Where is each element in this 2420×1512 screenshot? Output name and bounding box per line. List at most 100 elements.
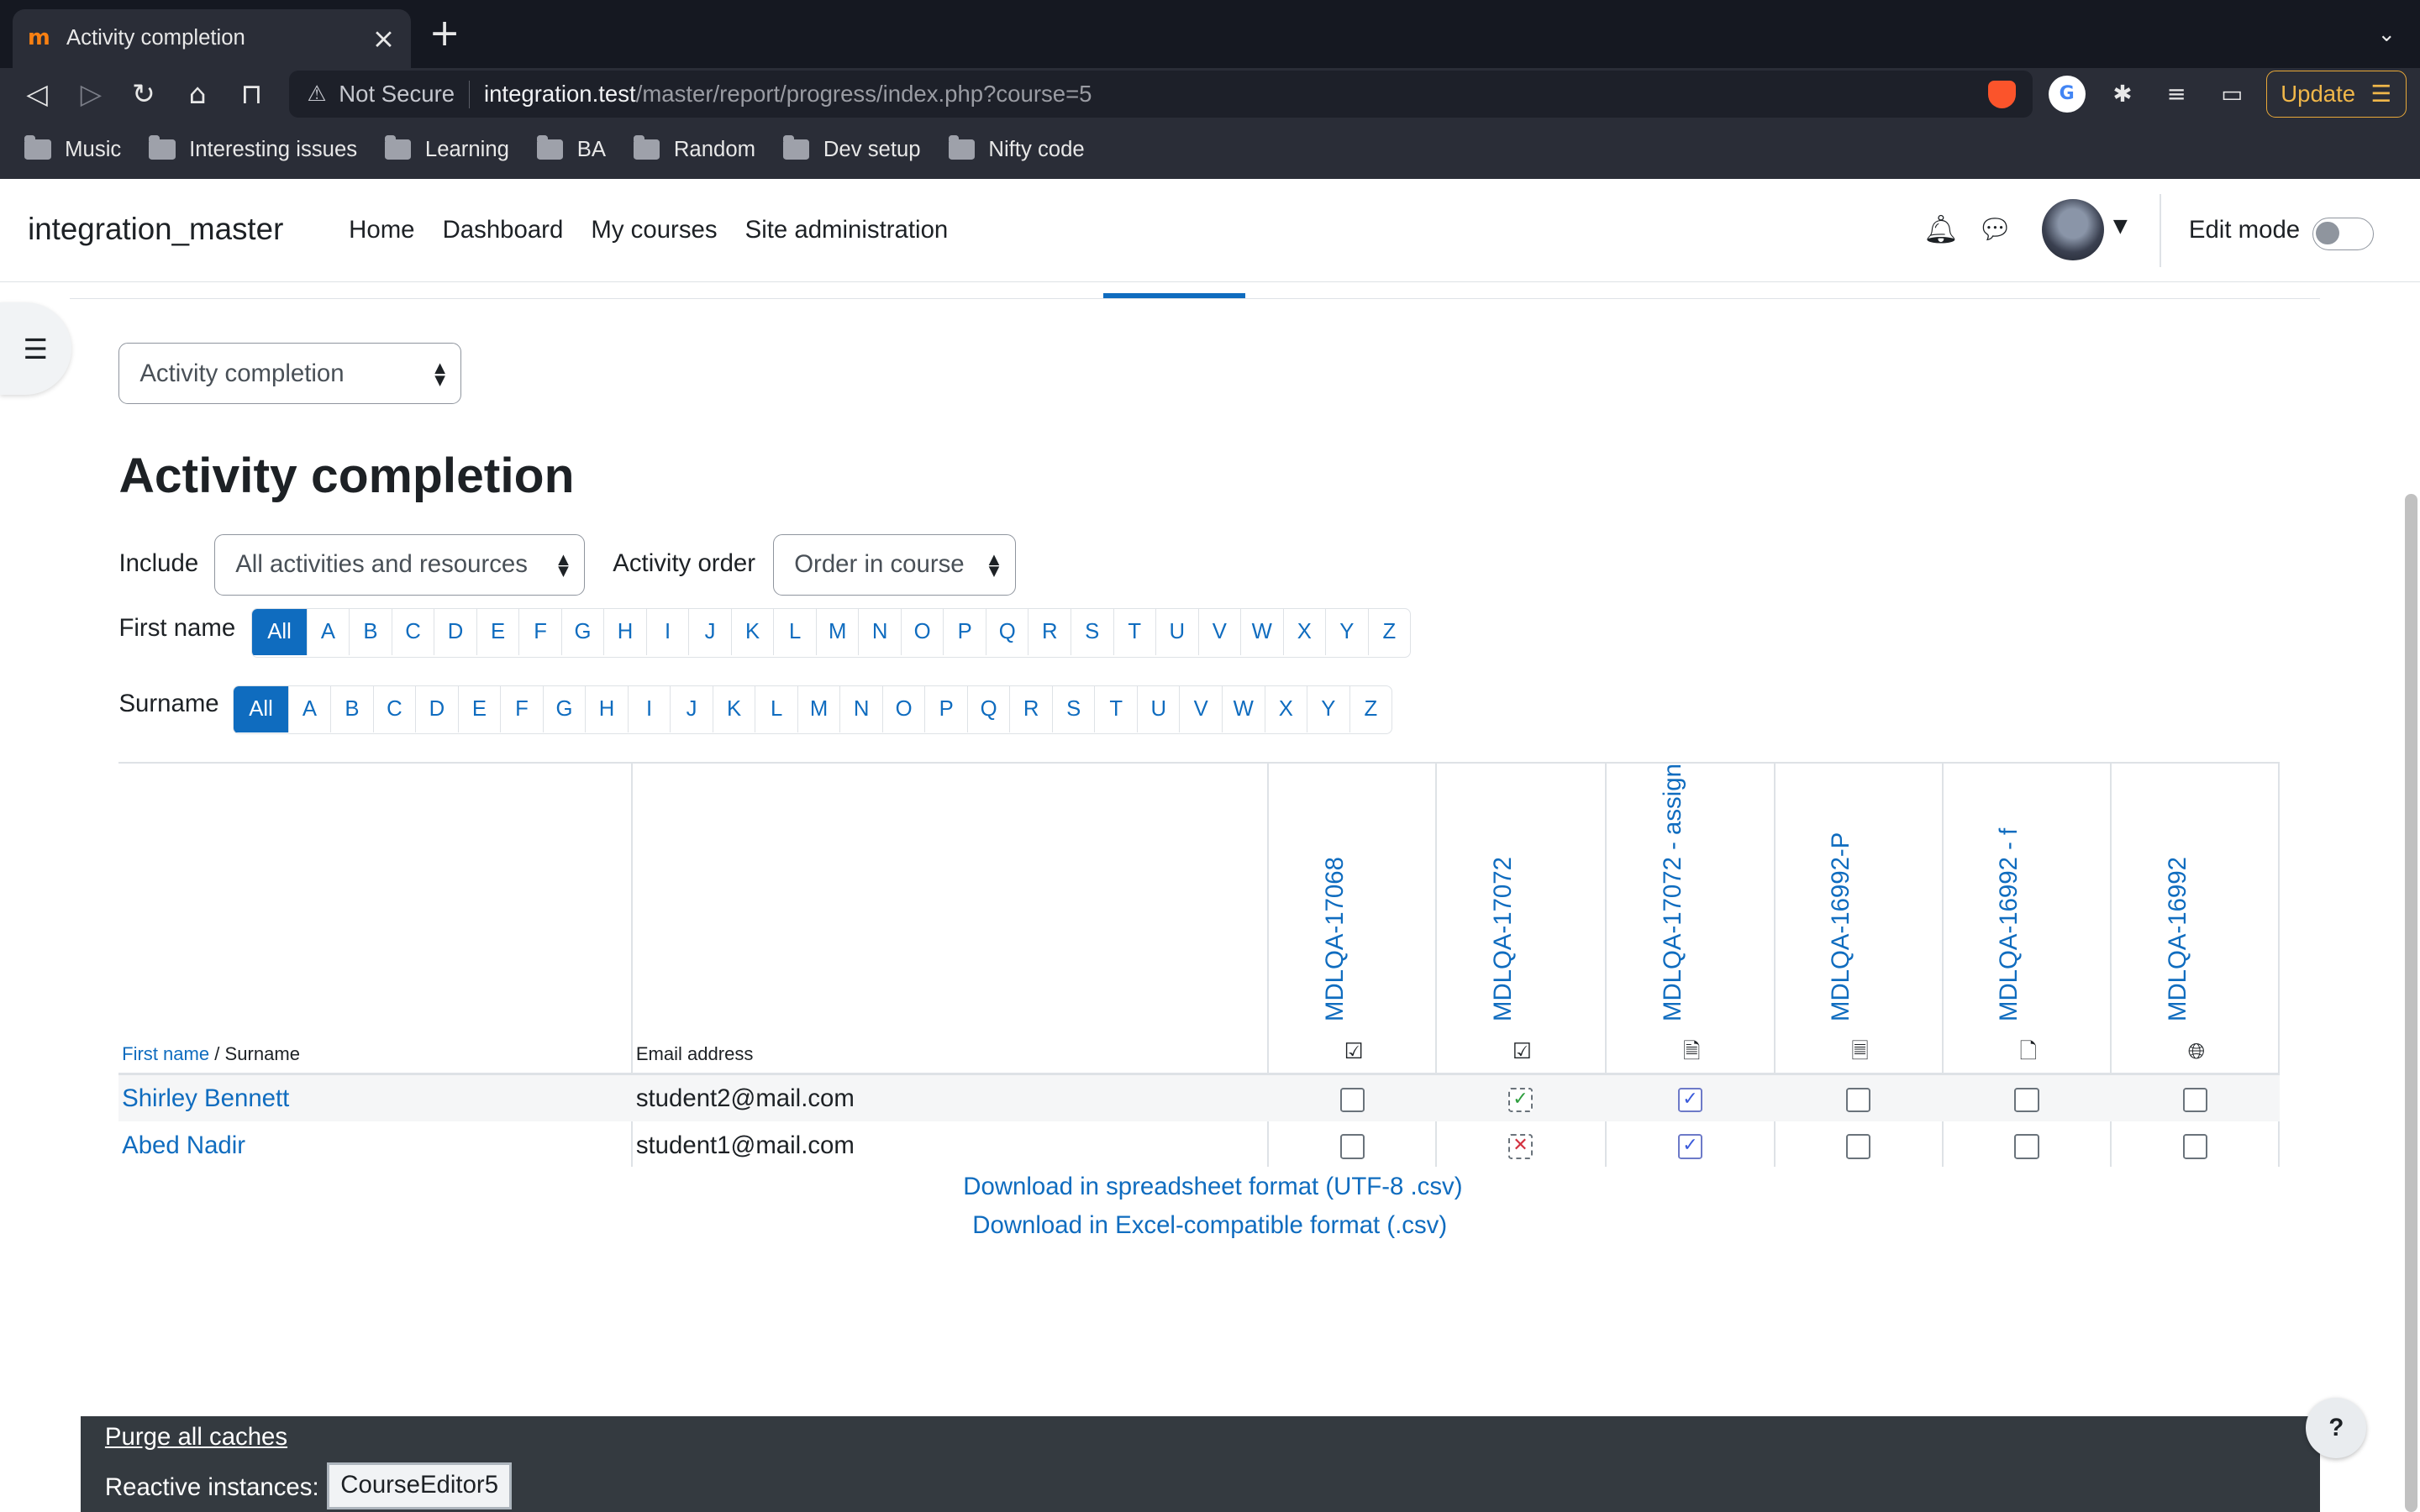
surname-initial-w[interactable]: W bbox=[1222, 685, 1265, 732]
surname-initial-p[interactable]: P bbox=[924, 685, 967, 732]
reload-icon[interactable]: ↻ bbox=[125, 76, 162, 113]
first-name-initial-u[interactable]: U bbox=[1155, 608, 1198, 655]
completion-not-complete-icon[interactable] bbox=[1846, 1088, 1871, 1113]
course-editor-button[interactable]: CourseEditor5 bbox=[327, 1462, 512, 1509]
first-name-initial-z[interactable]: Z bbox=[1367, 608, 1411, 655]
update-button[interactable]: Update ☰ bbox=[2265, 71, 2407, 118]
surname-initial-v[interactable]: V bbox=[1179, 685, 1222, 732]
surname-initial-k[interactable]: K bbox=[712, 685, 755, 732]
surname-initial-z[interactable]: Z bbox=[1349, 685, 1392, 732]
extensions-puzzle-icon[interactable]: ✱ bbox=[2104, 76, 2141, 113]
surname-initial-h[interactable]: H bbox=[585, 685, 628, 732]
close-tab-icon[interactable]: × bbox=[372, 22, 396, 55]
first-name-initial-a[interactable]: A bbox=[306, 608, 350, 655]
user-avatar[interactable] bbox=[2042, 198, 2104, 261]
first-name-initial-b[interactable]: B bbox=[349, 608, 392, 655]
surname-initial-m[interactable]: M bbox=[797, 685, 840, 732]
surname-initial-g[interactable]: G bbox=[542, 685, 586, 732]
bookmark-folder[interactable]: Random bbox=[634, 134, 755, 162]
help-button[interactable]: ? bbox=[2306, 1398, 2367, 1458]
sort-first-name-link[interactable]: First name bbox=[122, 1043, 209, 1064]
messages-icon[interactable]: 💬︎ bbox=[1977, 213, 2012, 246]
nav-dashboard[interactable]: Dashboard bbox=[443, 216, 564, 244]
first-name-initial-c[interactable]: C bbox=[391, 608, 434, 655]
page-scrollbar[interactable] bbox=[2405, 493, 2417, 1512]
download-csv-utf8-link[interactable]: Download in spreadsheet format (UTF-8 .c… bbox=[963, 1173, 1462, 1201]
first-name-initial-all[interactable]: All bbox=[252, 608, 307, 655]
surname-initial-q[interactable]: Q bbox=[966, 685, 1010, 732]
wallet-icon[interactable]: ▭ bbox=[2213, 76, 2250, 113]
completion-not-complete-icon[interactable] bbox=[1339, 1088, 1365, 1113]
chevron-down-icon[interactable]: ▼ bbox=[2113, 216, 2128, 237]
notifications-bell-icon[interactable]: 🔔︎ bbox=[1923, 213, 1959, 246]
first-name-initial-o[interactable]: O bbox=[900, 608, 944, 655]
surname-initial-y[interactable]: Y bbox=[1307, 685, 1349, 732]
surname-initial-a[interactable]: A bbox=[287, 685, 331, 732]
surname-initial-c[interactable]: C bbox=[372, 685, 416, 732]
first-name-initial-m[interactable]: M bbox=[815, 608, 859, 655]
completion-not-complete-icon[interactable] bbox=[1339, 1134, 1365, 1159]
completion-not-complete-icon[interactable] bbox=[2182, 1134, 2207, 1159]
bookmark-folder[interactable]: Music bbox=[24, 134, 121, 162]
surname-initial-all[interactable]: All bbox=[234, 685, 288, 732]
first-name-initial-e[interactable]: E bbox=[476, 608, 519, 655]
edit-mode-toggle[interactable] bbox=[2312, 218, 2375, 250]
first-name-initial-j[interactable]: J bbox=[688, 608, 731, 655]
download-csv-excel-link[interactable]: Download in Excel-compatible format (.cs… bbox=[972, 1211, 1447, 1240]
first-name-initial-p[interactable]: P bbox=[943, 608, 986, 655]
site-name[interactable]: integration_master bbox=[28, 212, 283, 247]
completion-manual-done-icon[interactable]: ✓ bbox=[1677, 1134, 1703, 1159]
first-name-initial-l[interactable]: L bbox=[773, 608, 816, 655]
surname-initial-s[interactable]: S bbox=[1051, 685, 1095, 732]
bookmark-folder[interactable]: BA bbox=[537, 134, 606, 162]
first-name-initial-h[interactable]: H bbox=[603, 608, 646, 655]
browser-tab[interactable]: m Activity completion × bbox=[12, 9, 411, 68]
nav-site-administration[interactable]: Site administration bbox=[745, 216, 949, 244]
first-name-initial-t[interactable]: T bbox=[1113, 608, 1156, 655]
new-tab-icon[interactable]: + bbox=[429, 15, 460, 52]
first-name-initial-i[interactable]: I bbox=[645, 608, 689, 655]
nav-my-courses[interactable]: My courses bbox=[591, 216, 717, 244]
first-name-initial-g[interactable]: G bbox=[560, 608, 604, 655]
forward-icon[interactable]: ▷ bbox=[72, 76, 109, 113]
completion-not-complete-icon[interactable] bbox=[2182, 1088, 2207, 1113]
surname-initial-i[interactable]: I bbox=[627, 685, 671, 732]
surname-initial-d[interactable]: D bbox=[415, 685, 458, 732]
first-name-initial-f[interactable]: F bbox=[518, 608, 561, 655]
bookmark-folder[interactable]: Dev setup bbox=[783, 134, 921, 162]
surname-initial-o[interactable]: O bbox=[881, 685, 925, 732]
surname-initial-f[interactable]: F bbox=[500, 685, 543, 732]
user-name-link[interactable]: Shirley Bennett bbox=[122, 1084, 289, 1113]
completion-not-complete-icon[interactable] bbox=[2014, 1088, 2039, 1113]
completion-manual-done-icon[interactable]: ✓ bbox=[1677, 1088, 1703, 1113]
user-name-link[interactable]: Abed Nadir bbox=[122, 1131, 245, 1160]
media-queue-icon[interactable]: ≡ bbox=[2158, 76, 2195, 113]
nav-home[interactable]: Home bbox=[349, 216, 414, 244]
surname-initial-l[interactable]: L bbox=[755, 685, 797, 732]
course-index-toggle-icon[interactable]: ☰ bbox=[0, 302, 71, 396]
report-selector[interactable]: Activity completion ▲ ▼ bbox=[118, 342, 462, 405]
address-bar[interactable]: ⚠ Not Secure integration.test /master/re… bbox=[288, 71, 2033, 118]
surname-initial-b[interactable]: B bbox=[330, 685, 373, 732]
surname-initial-u[interactable]: U bbox=[1136, 685, 1180, 732]
bookmark-icon[interactable]: ⊓ bbox=[233, 76, 270, 113]
surname-initial-t[interactable]: T bbox=[1094, 685, 1137, 732]
completion-not-complete-icon[interactable] bbox=[1846, 1134, 1871, 1159]
surname-initial-e[interactable]: E bbox=[457, 685, 501, 732]
completion-not-complete-icon[interactable] bbox=[2014, 1134, 2039, 1159]
first-name-initial-n[interactable]: N bbox=[858, 608, 901, 655]
bookmark-folder[interactable]: Nifty code bbox=[948, 134, 1085, 162]
include-select[interactable]: All activities and resources ▲ ▼ bbox=[214, 533, 586, 596]
back-icon[interactable]: ◁ bbox=[18, 76, 55, 113]
bookmark-folder[interactable]: Interesting issues bbox=[149, 134, 357, 162]
first-name-initial-s[interactable]: S bbox=[1070, 608, 1113, 655]
surname-initial-n[interactable]: N bbox=[839, 685, 882, 732]
bookmark-folder[interactable]: Learning bbox=[385, 134, 509, 162]
surname-initial-j[interactable]: J bbox=[670, 685, 713, 732]
tab-list-chevron-icon[interactable]: ⌄ bbox=[2377, 22, 2396, 47]
first-name-initial-r[interactable]: R bbox=[1028, 608, 1071, 655]
purge-all-caches-link[interactable]: Purge all caches bbox=[105, 1423, 287, 1452]
sort-surname-label[interactable]: Surname bbox=[225, 1043, 300, 1064]
completion-pass-icon[interactable]: ✓ bbox=[1507, 1088, 1534, 1113]
surname-initial-r[interactable]: R bbox=[1009, 685, 1052, 732]
